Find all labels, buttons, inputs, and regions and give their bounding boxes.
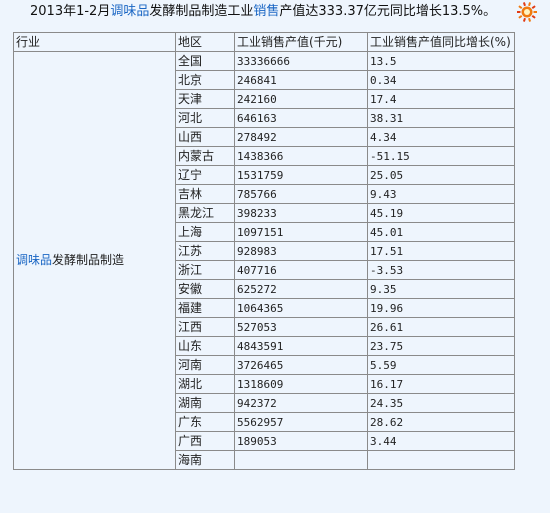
growth-cell: 45.19 <box>367 203 515 223</box>
region-cell: 湖南 <box>175 393 235 413</box>
growth-cell: 16.17 <box>367 374 515 394</box>
value-cell: 4843591 <box>234 336 368 356</box>
growth-cell: 28.62 <box>367 412 515 432</box>
region-cell: 天津 <box>175 89 235 109</box>
headline-link-sales[interactable]: 销售 <box>253 4 279 19</box>
value-cell: 398233 <box>234 203 368 223</box>
growth-cell: 4.34 <box>367 127 515 147</box>
growth-cell: 0.34 <box>367 70 515 90</box>
value-cell: 928983 <box>234 241 368 261</box>
region-cell: 福建 <box>175 298 235 318</box>
region-cell: 山东 <box>175 336 235 356</box>
growth-cell: 9.35 <box>367 279 515 299</box>
region-cell: 内蒙古 <box>175 146 235 166</box>
region-cell: 河北 <box>175 108 235 128</box>
value-cell: 942372 <box>234 393 368 413</box>
value-cell: 625272 <box>234 279 368 299</box>
table-header-row: 行业 地区 工业销售产值(千元) 工业销售产值同比增长(%) <box>13 32 515 52</box>
growth-cell: 19.96 <box>367 298 515 318</box>
region-cell: 广西 <box>175 431 235 451</box>
growth-cell: 23.75 <box>367 336 515 356</box>
region-cell: 江苏 <box>175 241 235 261</box>
value-cell: 1438366 <box>234 146 368 166</box>
value-cell <box>234 450 368 470</box>
region-cell: 河南 <box>175 355 235 375</box>
value-cell: 527053 <box>234 317 368 337</box>
region-cell: 海南 <box>175 450 235 470</box>
region-cell: 辽宁 <box>175 165 235 185</box>
header-region: 地区 <box>175 32 235 52</box>
headline-link-condiments[interactable]: 调味品 <box>110 4 149 19</box>
sales-table: 行业 地区 工业销售产值(千元) 工业销售产值同比增长(%) 调味品发酵制品制造… <box>13 32 515 470</box>
growth-cell: -3.53 <box>367 260 515 280</box>
headline-middle: 发酵制品制造工业 <box>149 4 254 19</box>
value-cell: 278492 <box>234 127 368 147</box>
header-industry: 行业 <box>13 32 176 52</box>
value-cell: 785766 <box>234 184 368 204</box>
value-cell: 1531759 <box>234 165 368 185</box>
growth-cell: 38.31 <box>367 108 515 128</box>
growth-cell: 25.05 <box>367 165 515 185</box>
value-cell: 246841 <box>234 70 368 90</box>
growth-cell: 26.61 <box>367 317 515 337</box>
growth-cell: 24.35 <box>367 393 515 413</box>
region-cell: 上海 <box>175 222 235 242</box>
value-cell: 1318609 <box>234 374 368 394</box>
value-cell: 3726465 <box>234 355 368 375</box>
growth-cell: 17.51 <box>367 241 515 261</box>
region-cell: 黑龙江 <box>175 203 235 223</box>
growth-cell: 9.43 <box>367 184 515 204</box>
region-cell: 山西 <box>175 127 235 147</box>
value-cell: 5562957 <box>234 412 368 432</box>
region-cell: 浙江 <box>175 260 235 280</box>
region-cell: 全国 <box>175 51 235 71</box>
value-cell: 242160 <box>234 89 368 109</box>
region-cell: 吉林 <box>175 184 235 204</box>
industry-link-condiments[interactable]: 调味品 <box>16 253 52 267</box>
sun-logo-icon <box>517 2 537 22</box>
region-cell: 北京 <box>175 70 235 90</box>
region-cell: 湖北 <box>175 374 235 394</box>
growth-cell <box>367 450 515 470</box>
growth-cell: 17.4 <box>367 89 515 109</box>
growth-cell: 13.5 <box>367 51 515 71</box>
header-value: 工业销售产值(千元) <box>234 32 368 52</box>
article-headline: 2013年1-2月调味品发酵制品制造工业销售产值达333.37亿元同比增长13.… <box>30 4 496 20</box>
growth-cell: 45.01 <box>367 222 515 242</box>
growth-cell: 3.44 <box>367 431 515 451</box>
value-cell: 407716 <box>234 260 368 280</box>
headline-prefix: 2013年1-2月 <box>30 4 111 19</box>
growth-cell: -51.15 <box>367 146 515 166</box>
industry-label: 发酵制品制造 <box>52 253 125 267</box>
headline-suffix: 产值达333.37亿元同比增长13.5%。 <box>279 4 497 19</box>
value-cell: 33336666 <box>234 51 368 71</box>
value-cell: 1064365 <box>234 298 368 318</box>
industry-cell: 调味品发酵制品制造 <box>13 51 176 470</box>
region-cell: 广东 <box>175 412 235 432</box>
region-cell: 安徽 <box>175 279 235 299</box>
value-cell: 189053 <box>234 431 368 451</box>
region-cell: 江西 <box>175 317 235 337</box>
value-cell: 1097151 <box>234 222 368 242</box>
growth-cell: 5.59 <box>367 355 515 375</box>
table-row: 调味品发酵制品制造 全国 33336666 13.5 <box>13 51 515 470</box>
value-cell: 646163 <box>234 108 368 128</box>
header-growth: 工业销售产值同比增长(%) <box>367 32 515 52</box>
